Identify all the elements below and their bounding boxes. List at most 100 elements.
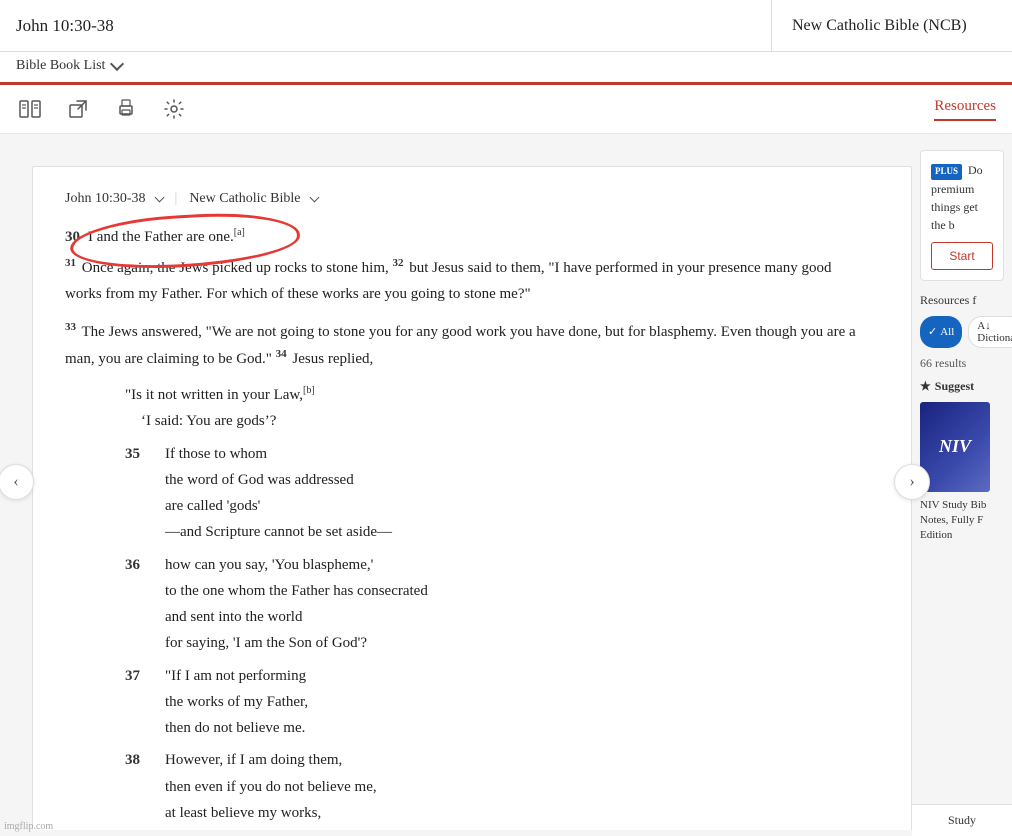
verse-37-text-1: the works of my Father, xyxy=(165,689,871,715)
prev-chapter-button[interactable]: ‹ xyxy=(0,464,34,500)
passage-ref-selector[interactable]: John 10:30-38 xyxy=(65,191,146,207)
footnote-30a: [a] xyxy=(234,227,245,238)
verse-35-text-1: the word of God was addressed xyxy=(165,467,871,493)
settings-icon[interactable] xyxy=(160,95,188,123)
verse-36-text-2: and sent into the world xyxy=(165,604,871,630)
chevron-down-icon xyxy=(110,57,124,71)
book-thumbnail: NIV xyxy=(920,402,990,492)
filter-row: ✓ All A↓ Dictiona xyxy=(920,316,1004,348)
verse-num-30: 30 xyxy=(65,229,80,246)
verse-38-line-0: 38 However, if I am doing them, xyxy=(125,747,871,773)
version-selector[interactable]: New Catholic Bible (NCB) xyxy=(772,0,1012,51)
verse-38-text-0: However, if I am doing them, xyxy=(165,747,871,773)
filter-dict-icon: A↓ xyxy=(977,320,990,332)
version-chevron xyxy=(309,193,319,203)
verse-36-line-3: for saying, 'I am the Son of God'? xyxy=(125,630,871,656)
footnote-b: [b] xyxy=(303,385,315,396)
verse-35-spacer-1 xyxy=(125,467,165,493)
verse-38-spacer-1 xyxy=(125,774,165,800)
verse-35-line-0: 35 If those to whom xyxy=(125,441,871,467)
verse-36-text-0: how can you say, 'You blaspheme,' xyxy=(165,552,871,578)
verse-36-line-0: 36 how can you say, 'You blaspheme,' xyxy=(125,552,871,578)
verse-30-text: I and the Father are one.[a] xyxy=(88,227,245,246)
promo-block: PLUS Do premium things get the b Start xyxy=(920,150,1004,281)
verse-35-text-3: —and Scripture cannot be set aside— xyxy=(165,519,871,545)
verse-35-text-2: are called 'gods' xyxy=(165,493,871,519)
verse-35-line-3: —and Scripture cannot be set aside— xyxy=(125,519,871,545)
verse-37-line-0: 37 "If I am not performing xyxy=(125,663,871,689)
verse-35-line-1: the word of God was addressed xyxy=(125,467,871,493)
verse-38-spacer-2 xyxy=(125,800,165,826)
resources-section-label: Resources f xyxy=(920,293,1004,308)
verse-37-spacer-1 xyxy=(125,689,165,715)
verse-36-line-2: and sent into the world xyxy=(125,604,871,630)
verse-38-line-2: at least believe my works, xyxy=(125,800,871,826)
verse-38-text-2: at least believe my works, xyxy=(165,800,871,826)
verse-31-32-block: 31 Once again, the Jews picked up rocks … xyxy=(65,254,871,308)
watermark: imgflip.com xyxy=(4,821,53,832)
verse-num-36: 36 xyxy=(125,552,165,578)
filter-all-label: All xyxy=(940,326,954,338)
verse-38-text-1: then even if you do not believe me, xyxy=(165,774,871,800)
external-link-icon[interactable] xyxy=(64,95,92,123)
verse-35-block: 35 If those to whom the word of God was … xyxy=(125,441,871,546)
filter-all-button[interactable]: ✓ All xyxy=(920,316,962,348)
verse-30-content: I and the Father are one. xyxy=(88,229,234,245)
verse-35-text-0: If those to whom xyxy=(165,441,871,467)
filter-dict-button[interactable]: A↓ Dictiona xyxy=(968,316,1012,348)
verse-num-34: 34 xyxy=(276,348,287,360)
start-button[interactable]: Start xyxy=(931,242,993,270)
verse-37-spacer-2 xyxy=(125,715,165,741)
verse-38-line-1: then even if you do not believe me, xyxy=(125,774,871,800)
verse-num-38: 38 xyxy=(125,747,165,773)
book-list-bar[interactable]: Bible Book List xyxy=(0,52,1012,85)
verse-num-32: 32 xyxy=(393,257,404,269)
verse-num-37: 37 xyxy=(125,663,165,689)
verse-36-block: 36 how can you say, 'You blaspheme,' to … xyxy=(125,552,871,657)
next-chapter-button[interactable]: › xyxy=(894,464,930,500)
verse-36-spacer-2 xyxy=(125,604,165,630)
suggests-text: Suggest xyxy=(935,379,974,394)
main-layout: ‹ John 10:30-38 | New Catholic Bible 30 … xyxy=(0,134,1012,830)
verse-37-text-2: then do not believe me. xyxy=(165,715,871,741)
book-list-label: Bible Book List xyxy=(16,58,105,74)
verse-num-31: 31 xyxy=(65,257,76,269)
verse-36-spacer-3 xyxy=(125,630,165,656)
plus-badge: PLUS xyxy=(931,164,962,180)
verse-31-text: Once again, the Jews picked up rocks to … xyxy=(82,260,393,276)
verse-37-block: 37 "If I am not performing the works of … xyxy=(125,663,871,742)
verse-37-text-0: "If I am not performing xyxy=(165,663,871,689)
poetry-intro: "Is it not written in your Law,[b] xyxy=(125,382,871,408)
verse-num-35: 35 xyxy=(125,441,165,467)
bottom-bar[interactable]: Study xyxy=(912,804,1012,836)
verse-35-line-2: are called 'gods' xyxy=(125,493,871,519)
checkmark-icon: ✓ xyxy=(928,325,937,338)
star-icon: ★ xyxy=(920,379,931,394)
print-icon[interactable] xyxy=(112,95,140,123)
verse-36-line-1: to the one whom the Father has consecrat… xyxy=(125,578,871,604)
verse-37-line-1: the works of my Father, xyxy=(125,689,871,715)
poetry-block: "Is it not written in your Law,[b] ‘I sa… xyxy=(125,382,871,435)
passage-ref-chevron xyxy=(154,193,164,203)
version-selector-inline[interactable]: New Catholic Bible xyxy=(189,191,300,207)
verse-36-text-1: to the one whom the Father has consecrat… xyxy=(165,578,871,604)
verse-33-block: 33 The Jews answered, "We are not going … xyxy=(65,318,871,373)
filter-dict-label: Dictiona xyxy=(977,332,1012,344)
compare-icon[interactable] xyxy=(16,95,44,123)
verse-38-block: 38 However, if I am doing them, then eve… xyxy=(125,747,871,826)
poetry-line1: ‘I said: You are gods’? xyxy=(125,408,871,434)
verse-36-spacer-1 xyxy=(125,578,165,604)
passage-input[interactable]: John 10:30-38 xyxy=(0,0,772,51)
book-item[interactable]: NIV NIV Study Bib Notes, Fully F Edition xyxy=(920,402,1004,544)
resources-tab[interactable]: Resources xyxy=(934,98,996,121)
bible-panel: John 10:30-38 | New Catholic Bible 30 I … xyxy=(32,166,912,830)
verse-num-33: 33 xyxy=(65,321,76,333)
verse-30-block: 30 I and the Father are one.[a] xyxy=(65,227,871,246)
verse-34-text: Jesus replied, xyxy=(292,351,373,367)
results-count: 66 results xyxy=(920,356,1004,371)
verse-35-spacer-3 xyxy=(125,519,165,545)
verse-37-line-2: then do not believe me. xyxy=(125,715,871,741)
verse-33-text: The Jews answered, "We are not going to … xyxy=(65,324,856,367)
verse-36-text-3: for saying, 'I am the Son of God'? xyxy=(165,630,871,656)
passage-header: John 10:30-38 | New Catholic Bible xyxy=(65,191,871,207)
